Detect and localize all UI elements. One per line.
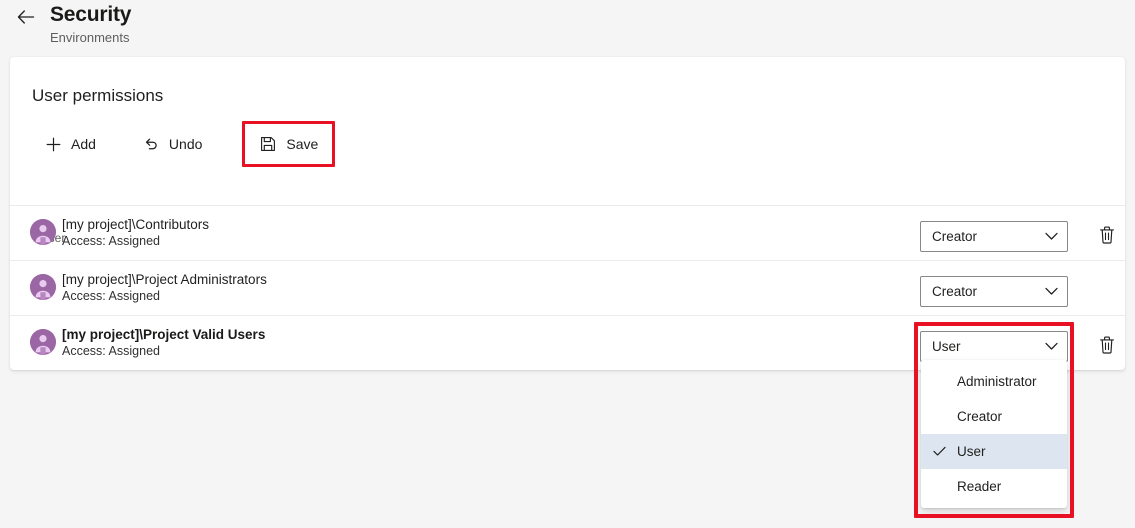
trash-icon bbox=[1099, 226, 1115, 244]
delete-row-button-0[interactable] bbox=[1091, 220, 1123, 250]
dropdown-option-label: Administrator bbox=[957, 374, 1037, 389]
chevron-down-icon bbox=[1045, 332, 1058, 361]
undo-button[interactable]: Undo bbox=[130, 127, 214, 161]
role-select-value: Creator bbox=[932, 229, 978, 244]
chevron-down-icon bbox=[1045, 277, 1058, 306]
user-permissions-card: User permissions Add Undo Save [my proje… bbox=[10, 57, 1125, 370]
dropdown-option-user[interactable]: User bbox=[921, 434, 1067, 469]
card-title: User permissions bbox=[32, 86, 164, 105]
role-select-value: User bbox=[932, 339, 961, 354]
delete-row-button-2[interactable] bbox=[1091, 330, 1123, 360]
group-user-avatar-icon bbox=[30, 329, 56, 355]
user-name: [my project]\Contributors bbox=[62, 217, 210, 232]
dropdown-option-label: User bbox=[957, 444, 986, 459]
group-user-avatar-icon bbox=[30, 219, 56, 245]
user-access: Access: Assigned bbox=[62, 344, 160, 358]
checkmark-icon bbox=[933, 434, 946, 469]
dropdown-option-creator[interactable]: Creator bbox=[921, 399, 1067, 434]
dropdown-option-reader[interactable]: Reader bbox=[921, 469, 1067, 504]
page-title: Security bbox=[50, 3, 132, 26]
user-access: Access: Assigned bbox=[62, 234, 160, 248]
arrow-left-icon bbox=[17, 10, 35, 24]
user-access: Access: Assigned bbox=[62, 289, 160, 303]
group-user-avatar-icon bbox=[30, 274, 56, 300]
role-select-2[interactable]: User bbox=[920, 331, 1068, 362]
dropdown-option-label: Reader bbox=[957, 479, 1002, 494]
table-row: [my project]\Contributors Access: Assign… bbox=[10, 205, 1125, 260]
dropdown-option-label: Creator bbox=[957, 409, 1003, 424]
undo-button-label: Undo bbox=[168, 136, 203, 152]
save-button[interactable]: Save bbox=[248, 127, 329, 161]
add-button[interactable]: Add bbox=[32, 127, 108, 161]
page-breadcrumb: Environments bbox=[50, 30, 130, 45]
undo-arrow-icon bbox=[142, 135, 160, 153]
page-header: Security Environments bbox=[0, 0, 1135, 57]
save-button-label: Save bbox=[286, 136, 319, 152]
user-name: [my project]\Project Valid Users bbox=[62, 327, 266, 342]
user-name: [my project]\Project Administrators bbox=[62, 272, 267, 287]
table-row: [my project]\Project Administrators Acce… bbox=[10, 260, 1125, 315]
role-select-0[interactable]: Creator bbox=[920, 221, 1068, 252]
plus-icon bbox=[44, 135, 62, 153]
role-select-value: Creator bbox=[932, 284, 978, 299]
back-button[interactable] bbox=[12, 4, 40, 30]
role-select-1[interactable]: Creator bbox=[920, 276, 1068, 307]
chevron-down-icon bbox=[1045, 222, 1058, 251]
role-dropdown-menu[interactable]: Administrator Creator User Reader bbox=[921, 360, 1067, 508]
permissions-toolbar: Add Undo Save bbox=[32, 121, 336, 167]
add-button-label: Add bbox=[71, 136, 96, 152]
save-button-highlight: Save bbox=[242, 121, 336, 167]
dropdown-option-administrator[interactable]: Administrator bbox=[921, 364, 1067, 399]
trash-icon bbox=[1099, 336, 1115, 354]
floppy-disk-save-icon bbox=[259, 135, 277, 153]
